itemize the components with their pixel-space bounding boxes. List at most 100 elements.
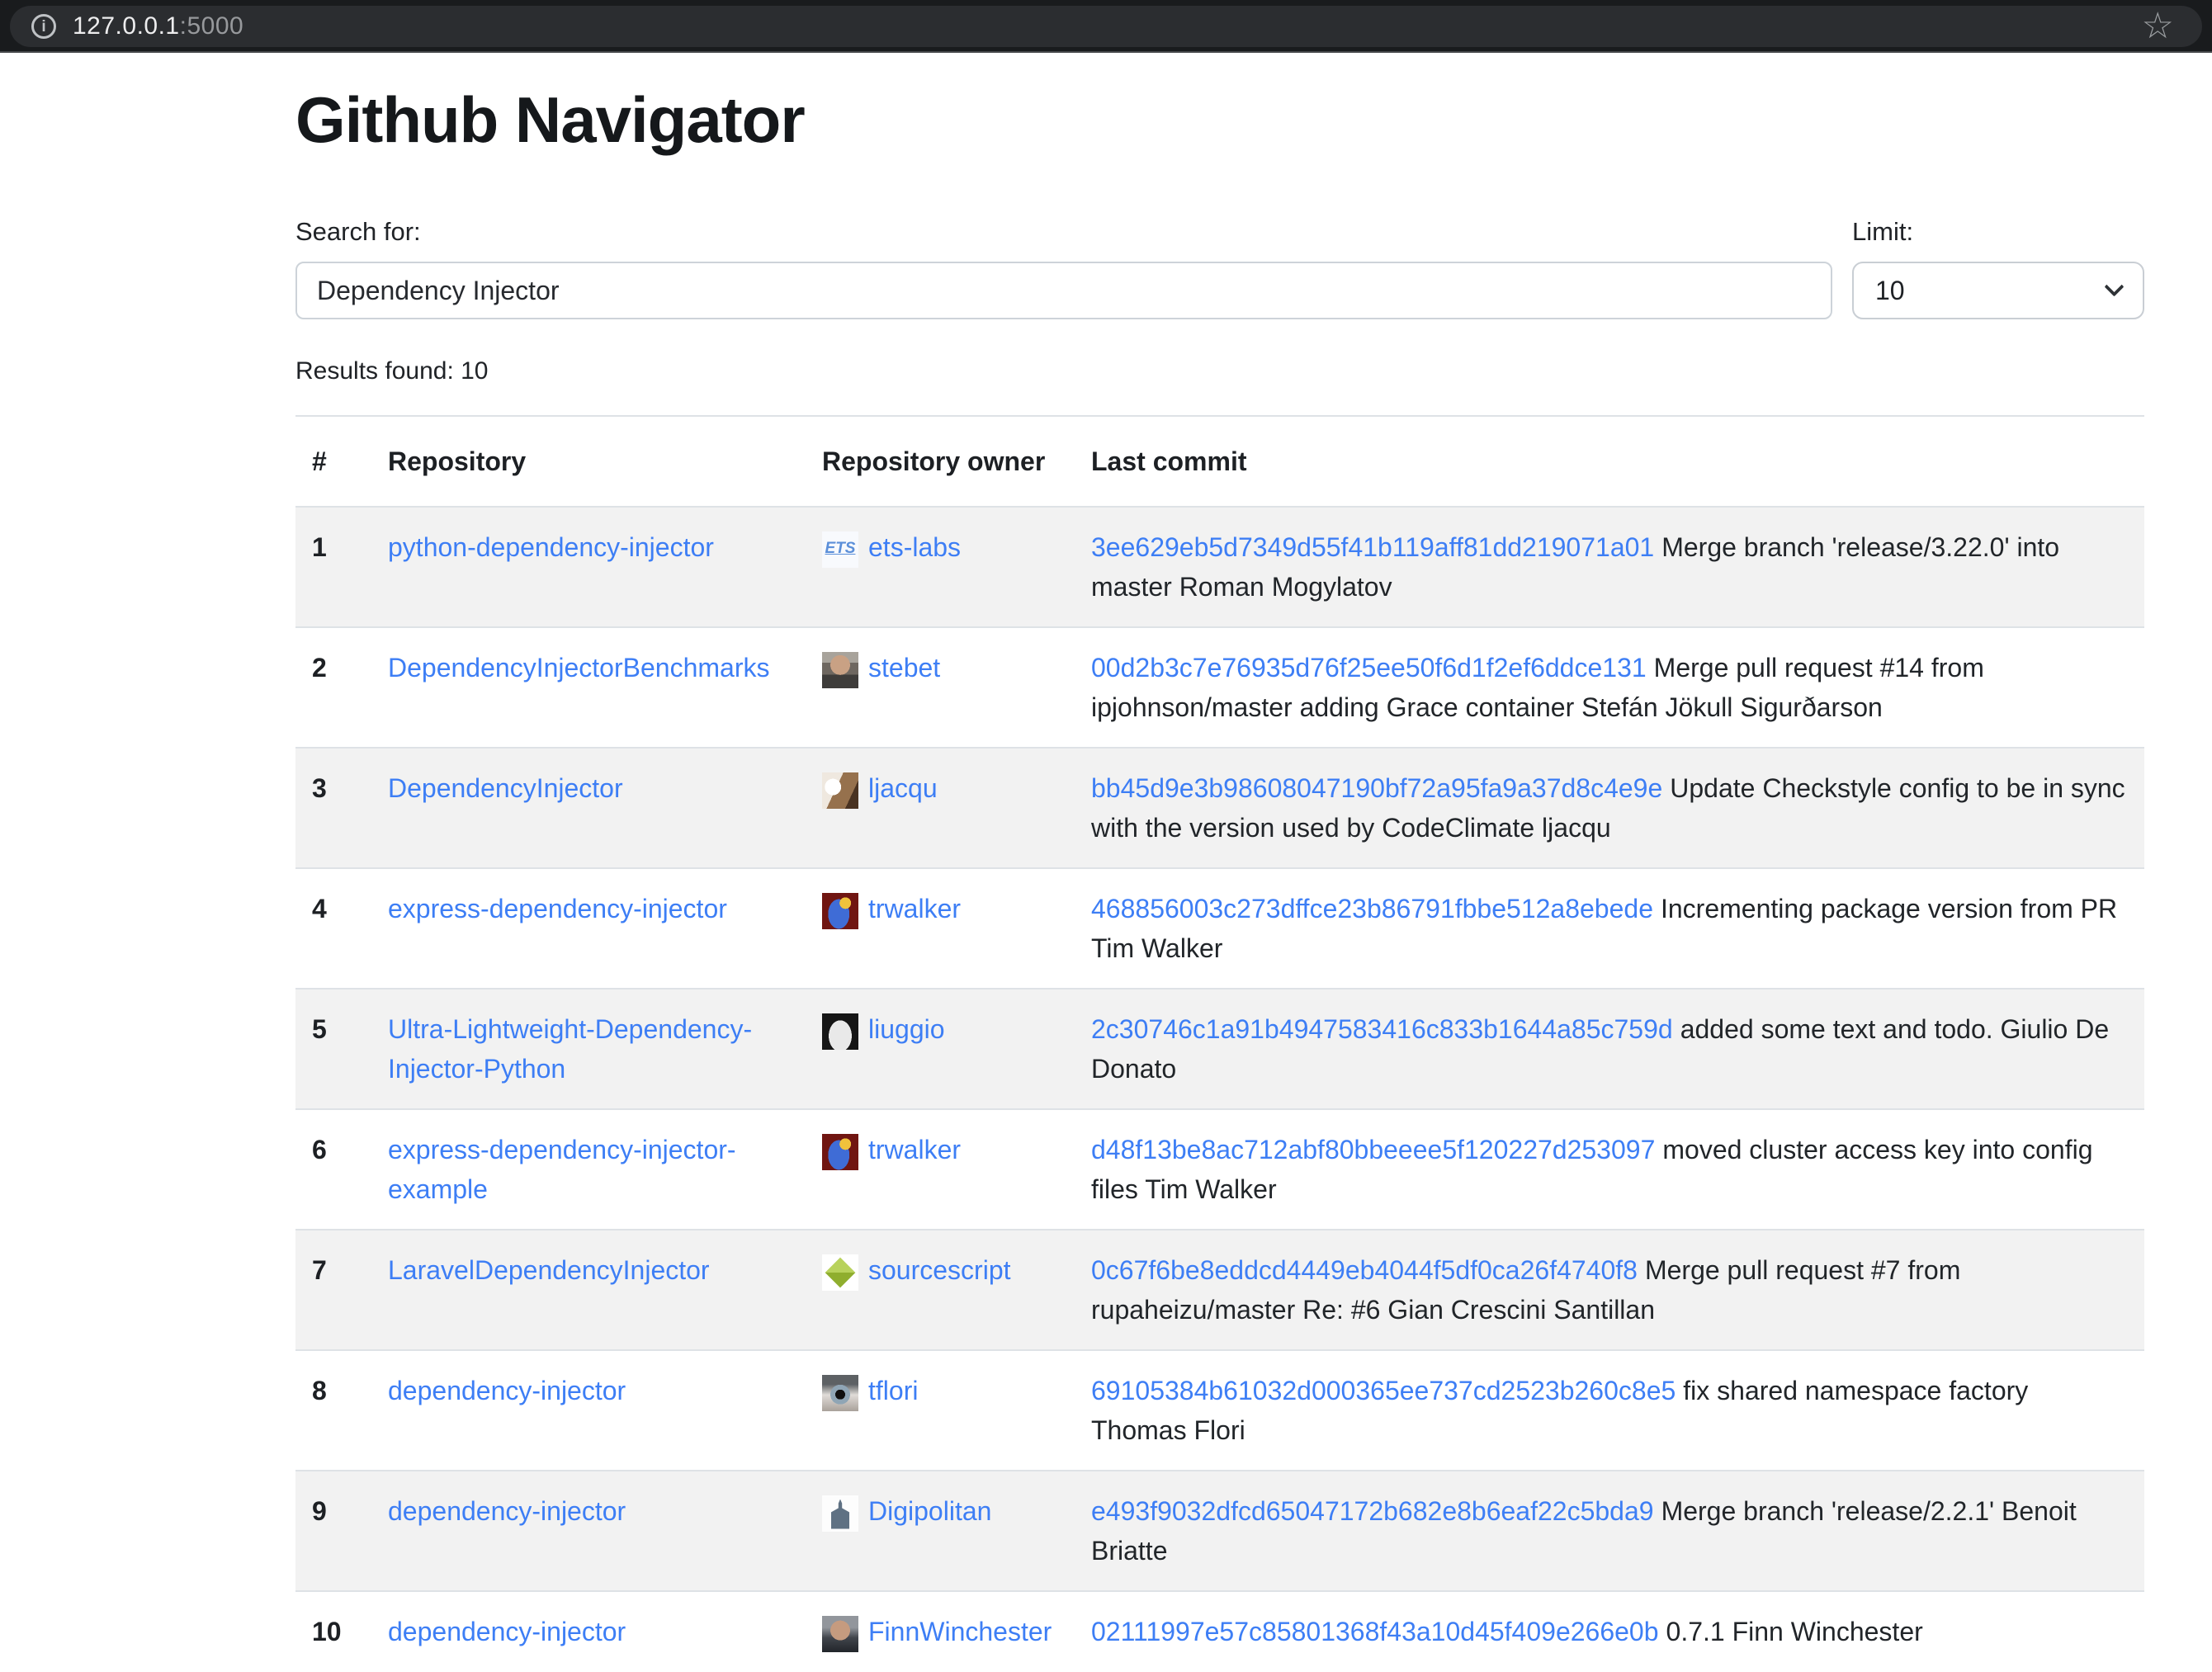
owner-cell: Digipolitan [806,1471,1075,1591]
commit-hash-link[interactable]: e493f9032dfcd65047172b682e8b6eaf22c5bda9 [1091,1496,1654,1526]
owner-link[interactable]: FinnWinchester [868,1617,1052,1646]
table-row: 4 express-dependency-injector trwalker 4… [295,868,2144,989]
info-icon[interactable]: i [31,14,56,39]
header-repository-owner: Repository owner [806,416,1075,507]
commit-cell: 2c30746c1a91b4947583416c833b1644a85c759d… [1075,989,2144,1109]
limit-label: Limit: [1852,217,2144,247]
star-icon[interactable]: ☆ [2142,8,2181,45]
owner-avatar [822,893,858,929]
search-label: Search for: [295,217,1832,247]
repository-link[interactable]: Ultra-Lightweight-Dependency-Injector-Py… [388,1014,752,1084]
table-row: 8 dependency-injector tflori 69105384b61… [295,1350,2144,1471]
repository-cell: dependency-injector [371,1591,806,1672]
repository-link[interactable]: python-dependency-injector [388,532,714,562]
owner-link[interactable]: trwalker [868,1135,961,1164]
row-number: 3 [295,748,371,868]
owner-link[interactable]: tflori [868,1376,918,1405]
url-text: 127.0.0.1:5000 [73,12,243,40]
repository-cell: DependencyInjectorBenchmarks [371,627,806,748]
row-number: 2 [295,627,371,748]
search-input[interactable] [295,262,1832,319]
repository-cell: LaravelDependencyInjector [371,1230,806,1350]
table-row: 6 express-dependency-injector-example tr… [295,1109,2144,1230]
commit-hash-link[interactable]: 02111997e57c85801368f43a10d45f409e266e0b [1091,1617,1659,1646]
header-number: # [295,416,371,507]
owner-avatar [822,1495,858,1532]
repository-cell: dependency-injector [371,1471,806,1591]
repository-link[interactable]: express-dependency-injector [388,894,727,923]
address-bar[interactable]: i 127.0.0.1:5000 ☆ [10,6,2202,47]
owner-avatar [822,1013,858,1050]
repository-link[interactable]: LaravelDependencyInjector [388,1255,710,1285]
owner-cell: trwalker [806,1109,1075,1230]
repository-link[interactable]: express-dependency-injector-example [388,1135,736,1204]
commit-hash-link[interactable]: bb45d9e3b98608047190bf72a95fa9a37d8c4e9e [1091,773,1662,803]
page-title: Github Navigator [295,83,2144,158]
repository-cell: DependencyInjector [371,748,806,868]
owner-cell: FinnWinchester [806,1591,1075,1672]
url-port: :5000 [180,12,244,40]
repository-cell: express-dependency-injector-example [371,1109,806,1230]
owner-link[interactable]: trwalker [868,894,961,923]
owner-cell: trwalker [806,868,1075,989]
owner-avatar [822,772,858,809]
table-row: 7 LaravelDependencyInjector sourcescript… [295,1230,2144,1350]
commit-hash-link[interactable]: 00d2b3c7e76935d76f25ee50f6d1f2ef6ddce131 [1091,653,1647,682]
commit-cell: d48f13be8ac712abf80bbeeee5f120227d253097… [1075,1109,2144,1230]
commit-cell: 00d2b3c7e76935d76f25ee50f6d1f2ef6ddce131… [1075,627,2144,748]
owner-link[interactable]: ets-labs [868,532,961,562]
commit-cell: 69105384b61032d000365ee737cd2523b260c8e5… [1075,1350,2144,1471]
limit-select[interactable]: 10 [1852,262,2144,319]
commit-message: 0.7.1 Finn Winchester [1666,1617,1923,1646]
owner-avatar [822,1616,858,1652]
owner-cell: ljacqu [806,748,1075,868]
table-row: 5 Ultra-Lightweight-Dependency-Injector-… [295,989,2144,1109]
repository-cell: python-dependency-injector [371,507,806,627]
results-table: # Repository Repository owner Last commi… [295,415,2144,1672]
commit-hash-link[interactable]: 3ee629eb5d7349d55f41b119aff81dd219071a01 [1091,532,1654,562]
commit-cell: bb45d9e3b98608047190bf72a95fa9a37d8c4e9e… [1075,748,2144,868]
row-number: 6 [295,1109,371,1230]
table-row: 3 DependencyInjector ljacqu bb45d9e3b986… [295,748,2144,868]
repository-link[interactable]: DependencyInjector [388,773,623,803]
owner-cell: liuggio [806,989,1075,1109]
owner-avatar [822,1134,858,1170]
browser-topbar: i 127.0.0.1:5000 ☆ [0,0,2212,53]
repository-link[interactable]: dependency-injector [388,1496,626,1526]
owner-link[interactable]: stebet [868,653,940,682]
owner-avatar [822,1375,858,1411]
owner-link[interactable]: ljacqu [868,773,938,803]
commit-hash-link[interactable]: 0c67f6be8eddcd4449eb4044f5df0ca26f4740f8 [1091,1255,1638,1285]
owner-link[interactable]: sourcescript [868,1255,1011,1285]
table-row: 9 dependency-injector Digipolitan e493f9… [295,1471,2144,1591]
commit-hash-link[interactable]: d48f13be8ac712abf80bbeeee5f120227d253097 [1091,1135,1655,1164]
commit-hash-link[interactable]: 2c30746c1a91b4947583416c833b1644a85c759d [1091,1014,1673,1044]
commit-cell: 02111997e57c85801368f43a10d45f409e266e0b… [1075,1591,2144,1672]
owner-link[interactable]: liuggio [868,1014,945,1044]
row-number: 7 [295,1230,371,1350]
repository-cell: express-dependency-injector [371,868,806,989]
owner-cell: ETSets-labs [806,507,1075,627]
commit-hash-link[interactable]: 468856003c273dffce23b86791fbbe512a8ebede [1091,894,1653,923]
commit-hash-link[interactable]: 69105384b61032d000365ee737cd2523b260c8e5 [1091,1376,1676,1405]
row-number: 1 [295,507,371,627]
results-summary: Results found: 10 [295,357,2144,385]
results-table-body: 1 python-dependency-injector ETSets-labs… [295,507,2144,1672]
search-form: Search for: Limit: 10 [295,217,2144,319]
page-content: Github Navigator Search for: Limit: 10 R… [0,83,2212,1672]
owner-cell: tflori [806,1350,1075,1471]
row-number: 10 [295,1591,371,1672]
repository-link[interactable]: DependencyInjectorBenchmarks [388,653,769,682]
owner-cell: sourcescript [806,1230,1075,1350]
table-header-row: # Repository Repository owner Last commi… [295,416,2144,507]
row-number: 5 [295,989,371,1109]
owner-avatar [822,1254,858,1291]
repository-link[interactable]: dependency-injector [388,1617,626,1646]
row-number: 9 [295,1471,371,1591]
header-last-commit: Last commit [1075,416,2144,507]
url-host: 127.0.0.1 [73,12,180,40]
repository-link[interactable]: dependency-injector [388,1376,626,1405]
repository-cell: Ultra-Lightweight-Dependency-Injector-Py… [371,989,806,1109]
owner-link[interactable]: Digipolitan [868,1496,991,1526]
table-row: 1 python-dependency-injector ETSets-labs… [295,507,2144,627]
